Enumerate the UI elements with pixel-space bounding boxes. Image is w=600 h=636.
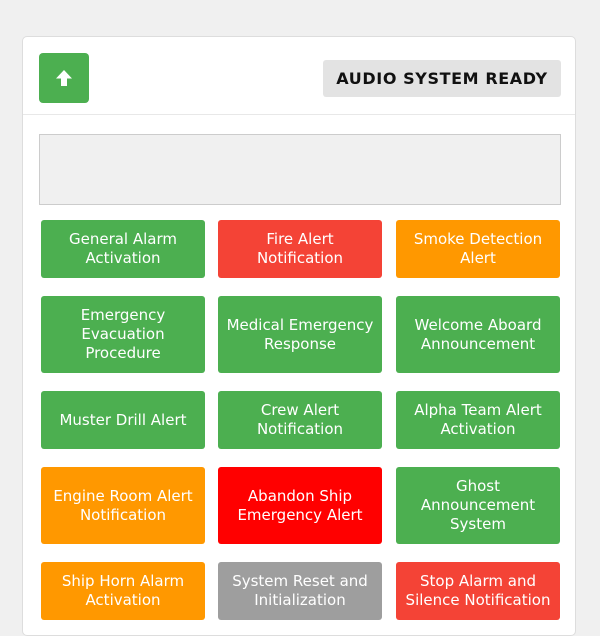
alert-button-label: Welcome Aboard Announcement: [414, 315, 542, 353]
control-panel: AUDIO SYSTEM READY General Alarm Activat…: [22, 36, 576, 636]
alert-button-label: System Reset and Initialization: [232, 572, 368, 609]
alert-button-label: Emergency Evacuation Procedure: [80, 306, 166, 362]
alert-button[interactable]: Alpha Team Alert Activation: [396, 391, 560, 449]
alert-button[interactable]: Ship Horn Alarm Activation: [41, 562, 205, 620]
alert-button[interactable]: General Alarm Activation: [41, 220, 205, 278]
alert-button-label: Ghost Announcement System: [420, 477, 536, 533]
alert-button-label: Ship Horn Alarm Activation: [61, 572, 185, 609]
alert-button-label: Fire Alert Notification: [256, 230, 344, 267]
alert-button[interactable]: Smoke Detection Alert: [396, 220, 560, 278]
alert-button-label: Crew Alert Notification: [256, 401, 344, 438]
up-button[interactable]: [39, 53, 89, 103]
alert-button[interactable]: Emergency Evacuation Procedure: [41, 296, 205, 373]
message-display: [39, 134, 561, 205]
panel-header: AUDIO SYSTEM READY: [23, 37, 575, 115]
alert-button[interactable]: Muster Drill Alert: [41, 391, 205, 449]
alert-button-label: Muster Drill Alert: [59, 410, 187, 429]
alert-button[interactable]: Stop Alarm and Silence Notification: [396, 562, 560, 620]
alert-button-label: Smoke Detection Alert: [413, 230, 543, 267]
arrow-up-icon: [56, 70, 72, 86]
alert-button[interactable]: Engine Room Alert Notification: [41, 467, 205, 544]
alert-button-label: Alpha Team Alert Activation: [414, 401, 542, 438]
alert-button[interactable]: Fire Alert Notification: [218, 220, 382, 278]
alert-button[interactable]: Welcome Aboard Announcement: [396, 296, 560, 373]
alert-button[interactable]: Abandon Ship Emergency Alert: [218, 467, 382, 544]
alert-button-label: Abandon Ship Emergency Alert: [237, 486, 363, 524]
alert-button[interactable]: Medical Emergency Response: [218, 296, 382, 373]
alert-button-label: Medical Emergency Response: [226, 315, 374, 353]
alert-button-label: General Alarm Activation: [68, 230, 178, 267]
alert-button[interactable]: System Reset and Initialization: [218, 562, 382, 620]
alert-button-label: Stop Alarm and Silence Notification: [405, 572, 551, 609]
alert-button-label: Engine Room Alert Notification: [53, 486, 193, 524]
alert-button[interactable]: Ghost Announcement System: [396, 467, 560, 544]
alert-button[interactable]: Crew Alert Notification: [218, 391, 382, 449]
status-badge: AUDIO SYSTEM READY: [323, 60, 561, 97]
